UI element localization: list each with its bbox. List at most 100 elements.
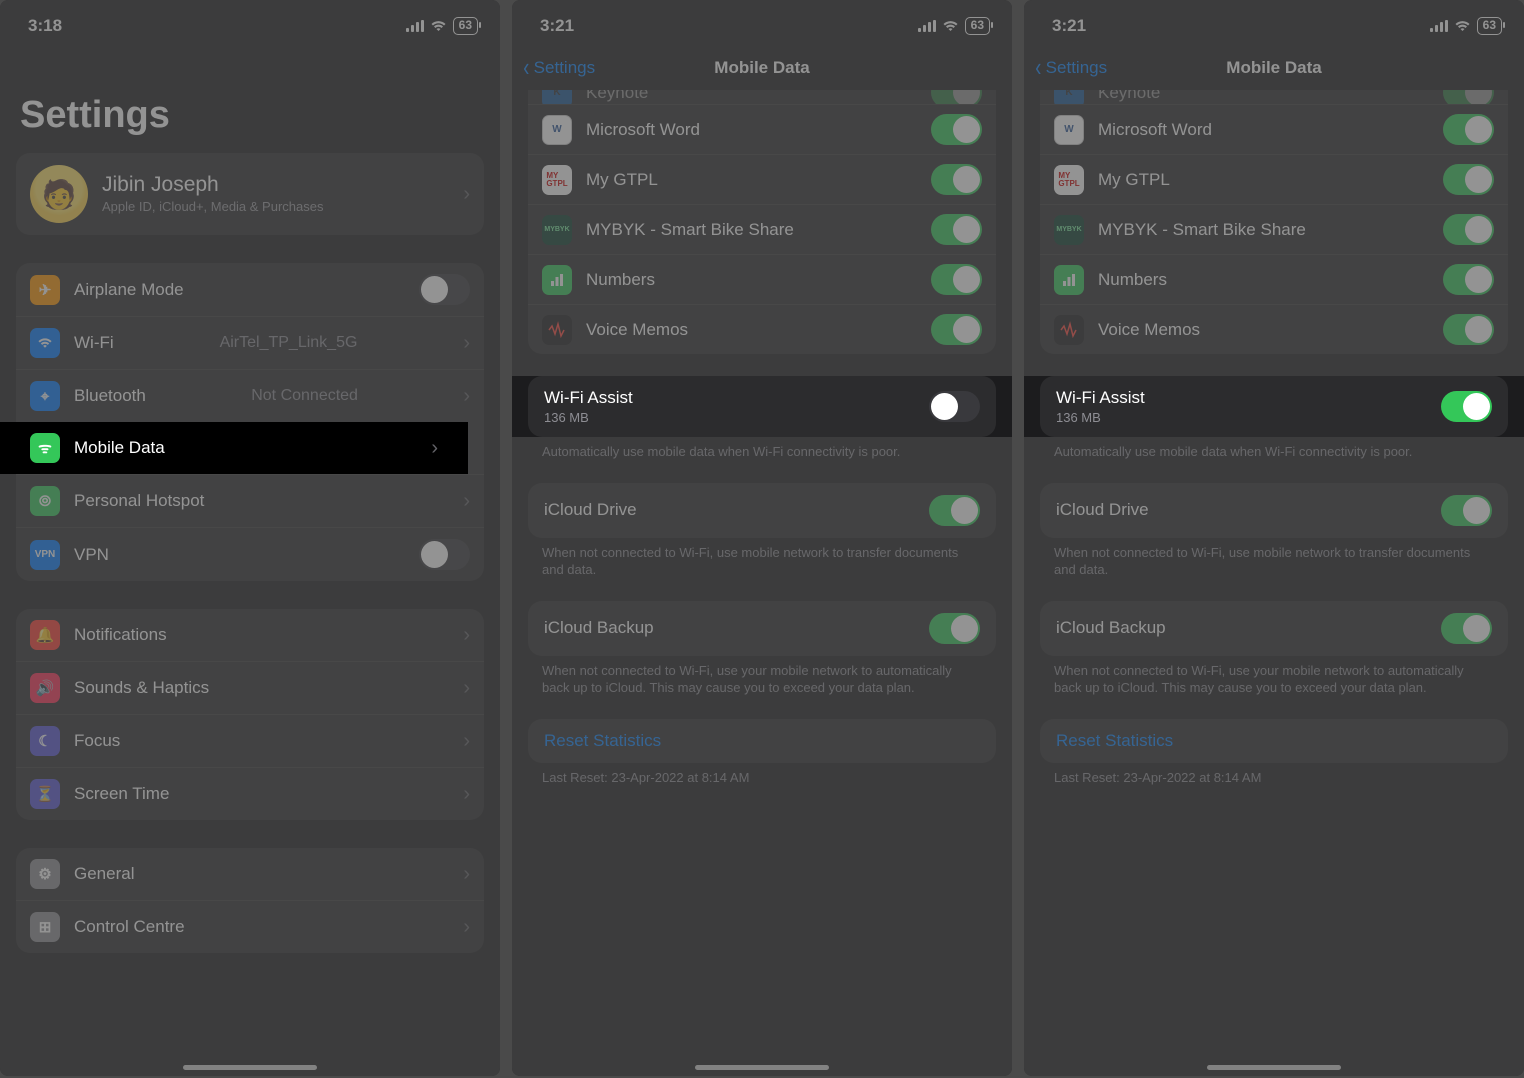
wifi-assist-row[interactable]: Wi-Fi Assist 136 MB — [528, 376, 996, 437]
app-toggle[interactable] — [1443, 90, 1494, 104]
numbers-icon — [1054, 265, 1084, 295]
profile-sub: Apple ID, iCloud+, Media & Purchases — [102, 199, 323, 215]
sounds-row[interactable]: 🔊 Sounds & Haptics › — [16, 661, 484, 714]
clock: 3:21 — [540, 16, 574, 36]
chevron-right-icon: › — [463, 730, 470, 753]
nav-title: Mobile Data — [714, 58, 809, 78]
back-button[interactable]: ‹ Settings — [522, 58, 595, 78]
hotspot-row[interactable]: ⦾ Personal Hotspot › — [16, 474, 484, 527]
wifi-row[interactable]: Wi-Fi AirTel_TP_Link_5G › — [16, 316, 484, 369]
cellular-signal-icon — [1430, 20, 1448, 32]
apple-id-card[interactable]: 🧑 Jibin Joseph Apple ID, iCloud+, Media … — [16, 153, 484, 235]
control-centre-label: Control Centre — [74, 917, 185, 937]
app-toggle[interactable] — [931, 214, 982, 245]
app-row-voice-memos[interactable]: Voice Memos — [1040, 304, 1508, 354]
app-label: Numbers — [1098, 270, 1167, 290]
notifications-label: Notifications — [74, 625, 167, 645]
screen-time-row[interactable]: ⏳ Screen Time › — [16, 767, 484, 820]
app-row-voice-memos[interactable]: Voice Memos — [528, 304, 996, 354]
wifi-icon — [1454, 20, 1471, 32]
reset-statistics-button[interactable]: Reset Statistics — [1040, 719, 1508, 763]
back-button[interactable]: ‹Settings — [1034, 58, 1107, 78]
app-row-mybyk[interactable]: MYBYK MYBYK - Smart Bike Share — [1040, 204, 1508, 254]
app-row-keynote[interactable]: K Keynote — [1040, 90, 1508, 104]
general-row[interactable]: ⚙ General › — [16, 848, 484, 900]
icloud-backup-row[interactable]: iCloud Backup — [528, 601, 996, 656]
chevron-right-icon: › — [463, 385, 470, 408]
app-label: Microsoft Word — [586, 120, 700, 140]
chevron-right-icon: › — [463, 677, 470, 700]
app-data-usage-list: K Keynote W Microsoft Word MYGTPL My GTP… — [1040, 90, 1508, 354]
vpn-icon: VPN — [30, 540, 60, 570]
airplane-mode-row[interactable]: ✈ Airplane Mode — [16, 263, 484, 316]
hourglass-icon: ⏳ — [30, 779, 60, 809]
bluetooth-row[interactable]: ⌖ Bluetooth Not Connected › — [16, 369, 484, 422]
app-row-gtpl[interactable]: MYGTPL My GTPL — [1040, 154, 1508, 204]
icloud-drive-footer: When not connected to Wi-Fi, use mobile … — [512, 538, 1012, 579]
wifi-assist-row[interactable]: Wi-Fi Assist 136 MB — [1040, 376, 1508, 437]
wifi-detail: AirTel_TP_Link_5G — [220, 334, 358, 352]
app-row-word[interactable]: W Microsoft Word — [1040, 104, 1508, 154]
app-row-word[interactable]: W Microsoft Word — [528, 104, 996, 154]
wifi-assist-section: Wi-Fi Assist 136 MB — [1024, 376, 1524, 437]
wifi-assist-usage: 136 MB — [544, 410, 633, 425]
chevron-left-icon: ‹ — [523, 60, 529, 76]
icloud-backup-toggle[interactable] — [929, 613, 980, 644]
app-toggle[interactable] — [1443, 114, 1494, 145]
app-toggle[interactable] — [931, 164, 982, 195]
last-reset-label: Last Reset: 23-Apr-2022 at 8:14 AM — [1024, 763, 1524, 787]
app-row-gtpl[interactable]: MYGTPL My GTPL — [528, 154, 996, 204]
app-label: Keynote — [1098, 90, 1160, 103]
icloud-backup-label: iCloud Backup — [1056, 618, 1166, 638]
vpn-row[interactable]: VPN VPN — [16, 527, 484, 581]
hotspot-label: Personal Hotspot — [74, 491, 204, 511]
focus-row[interactable]: ☾ Focus › — [16, 714, 484, 767]
icloud-backup-label: iCloud Backup — [544, 618, 654, 638]
reset-statistics-button[interactable]: Reset Statistics — [528, 719, 996, 763]
icloud-drive-toggle[interactable] — [1441, 495, 1492, 526]
home-indicator[interactable] — [1207, 1065, 1341, 1070]
wifi-assist-toggle[interactable] — [1441, 391, 1492, 422]
icloud-backup-footer: When not connected to Wi-Fi, use your mo… — [512, 656, 1012, 697]
notifications-row[interactable]: 🔔 Notifications › — [16, 609, 484, 661]
cellular-signal-icon — [406, 20, 424, 32]
airplane-toggle[interactable] — [419, 274, 470, 305]
app-label: Keynote — [586, 90, 648, 103]
control-centre-row[interactable]: ⊞ Control Centre › — [16, 900, 484, 953]
airplane-label: Airplane Mode — [74, 280, 184, 300]
antenna-icon: ᯤ — [30, 433, 60, 463]
app-toggle[interactable] — [1443, 164, 1494, 195]
app-toggle[interactable] — [931, 90, 982, 104]
chevron-right-icon: › — [431, 437, 438, 460]
icloud-drive-row[interactable]: iCloud Drive — [1040, 483, 1508, 538]
home-indicator[interactable] — [183, 1065, 317, 1070]
app-row-numbers[interactable]: Numbers — [528, 254, 996, 304]
settings-screen: 3:18 63 Settings 🧑 Jibin Joseph Apple ID… — [0, 0, 500, 1076]
chevron-right-icon: › — [463, 332, 470, 355]
icloud-drive-row[interactable]: iCloud Drive — [528, 483, 996, 538]
nav-bar: ‹ Settings Mobile Data — [512, 46, 1012, 90]
app-row-mybyk[interactable]: MYBYK MYBYK - Smart Bike Share — [528, 204, 996, 254]
icloud-drive-toggle[interactable] — [929, 495, 980, 526]
icloud-drive-section: iCloud Drive — [528, 483, 996, 538]
app-label: Microsoft Word — [1098, 120, 1212, 140]
wifi-assist-toggle[interactable] — [929, 391, 980, 422]
status-bar: 3:18 63 — [0, 0, 500, 46]
battery-indicator: 63 — [1477, 17, 1502, 34]
app-toggle[interactable] — [931, 264, 982, 295]
app-toggle[interactable] — [1443, 264, 1494, 295]
mobile-data-row[interactable]: ᯤ Mobile Data › — [0, 422, 468, 474]
app-toggle[interactable] — [931, 114, 982, 145]
battery-indicator: 63 — [453, 17, 478, 34]
app-toggle[interactable] — [1443, 314, 1494, 345]
vpn-toggle[interactable] — [419, 539, 470, 570]
app-row-keynote[interactable]: K Keynote — [528, 90, 996, 104]
app-toggle[interactable] — [1443, 214, 1494, 245]
app-toggle[interactable] — [931, 314, 982, 345]
back-label: Settings — [534, 58, 595, 78]
home-indicator[interactable] — [695, 1065, 829, 1070]
icloud-backup-footer: When not connected to Wi-Fi, use your mo… — [1024, 656, 1524, 697]
icloud-backup-toggle[interactable] — [1441, 613, 1492, 644]
icloud-backup-row[interactable]: iCloud Backup — [1040, 601, 1508, 656]
app-row-numbers[interactable]: Numbers — [1040, 254, 1508, 304]
